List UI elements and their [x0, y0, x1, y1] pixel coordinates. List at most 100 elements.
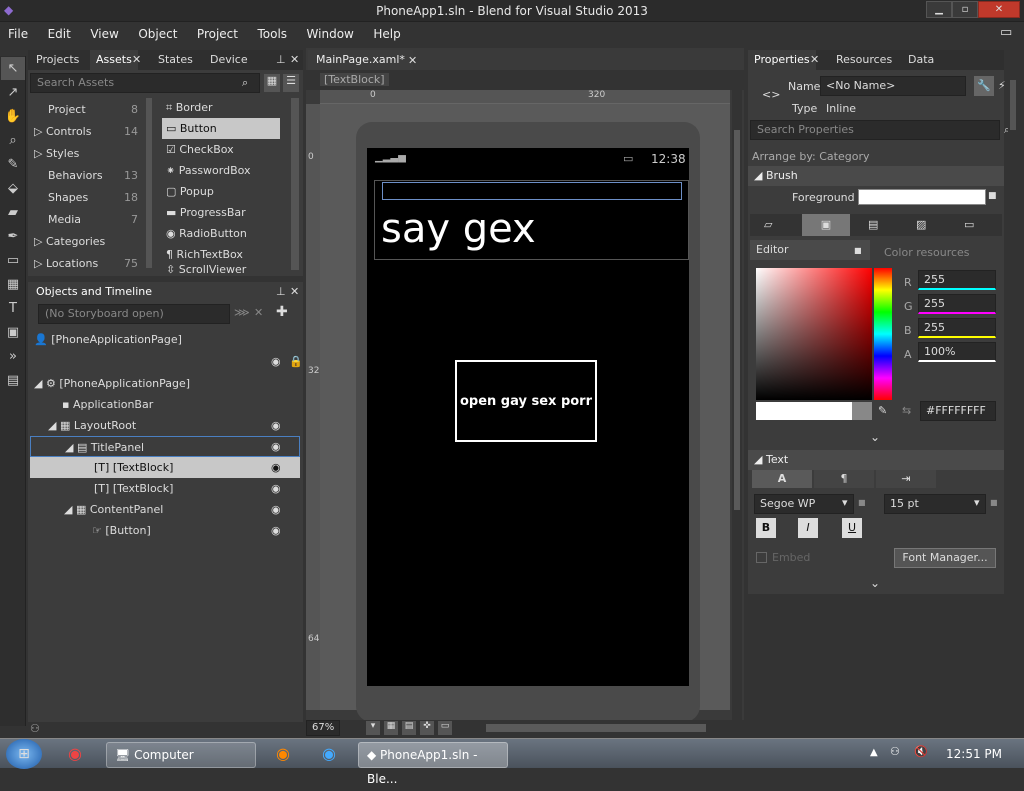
list-view-icon[interactable]: ☰ [283, 74, 299, 92]
lock-icon[interactable]: 🔒 [289, 355, 303, 368]
asset-radiobutton[interactable]: ◉ RadioButton [162, 223, 280, 244]
tree-application-bar[interactable]: ▪ ApplicationBar [62, 394, 332, 415]
close-storyboard-icon[interactable]: ✕ [254, 306, 263, 319]
menu-project[interactable]: Project [189, 22, 246, 46]
pin-icon[interactable]: ⊥ [276, 53, 286, 66]
font-tab-icon[interactable]: A [752, 470, 812, 488]
text-tool-icon[interactable]: T [1, 297, 25, 320]
eye-icon[interactable]: ◉ [271, 524, 281, 537]
foreground-swatch[interactable] [858, 189, 986, 205]
doc-vertical-scrollbar[interactable] [732, 90, 742, 720]
tree-content-panel[interactable]: ◢ ▦ ContentPanel [64, 499, 334, 520]
no-brush-icon[interactable]: ▱ [764, 218, 772, 231]
arrange-by-dropdown[interactable]: Arrange by: Category [752, 150, 869, 163]
assets-tool-icon[interactable]: ▤ [1, 369, 25, 392]
minimize-button[interactable]: ▁ [926, 1, 952, 18]
menu-file[interactable]: File [0, 22, 36, 46]
taskbar-computer[interactable]: 🖥 Computer [106, 742, 256, 768]
close-icon[interactable]: ✕ [290, 53, 299, 66]
eye-icon[interactable]: ◉ [271, 419, 281, 432]
category-project[interactable]: Project 8 [48, 99, 138, 120]
chrome-icon[interactable]: ◉ [68, 744, 82, 763]
breadcrumb[interactable]: [TextBlock] [320, 73, 389, 86]
menu-object[interactable]: Object [130, 22, 185, 46]
eye-icon[interactable]: ◉ [271, 440, 281, 453]
pen-tool-icon[interactable]: ✒ [1, 225, 25, 248]
zoom-field[interactable]: 67% [306, 720, 340, 736]
asset-border[interactable]: ⌗ Border [162, 97, 280, 118]
editor-pin-icon[interactable]: ■ [854, 246, 862, 255]
category-controls[interactable]: ▷ Controls 14 [34, 121, 138, 142]
network-icon[interactable]: ⚇ [890, 745, 900, 758]
menu-help[interactable]: Help [365, 22, 408, 46]
firefox-icon[interactable]: ◉ [276, 744, 290, 763]
asset-scrollviewer[interactable]: ⇳ ScrollViewer [162, 265, 280, 276]
hex-input[interactable]: #FFFFFFFF [920, 401, 996, 421]
size-dropdown-icon[interactable]: ▾ [974, 496, 980, 509]
tab-resources[interactable]: Resources [830, 50, 898, 70]
grid-snap-icon[interactable]: ▤ [402, 721, 416, 735]
zoom-dropdown-icon[interactable]: ▾ [366, 721, 380, 735]
tab-assets[interactable]: Assets [90, 50, 138, 70]
phone-button[interactable]: open gay sex porr [455, 360, 597, 442]
indent-tab-icon[interactable]: ⇥ [876, 470, 936, 488]
tab-projects[interactable]: Projects [30, 50, 85, 70]
asset-popup[interactable]: ▢ Popup [162, 181, 280, 202]
tree-phone-application-page[interactable]: ◢ ⚙ [PhoneApplicationPage] [34, 373, 304, 394]
textblock-selection[interactable] [382, 182, 682, 200]
timeline-toggle-icon[interactable]: ⚇ [30, 722, 40, 735]
tree-title-panel[interactable]: ◢ ▤ TitlePanel [30, 436, 300, 457]
properties-search-input[interactable]: Search Properties [750, 120, 1000, 140]
annotations-icon[interactable]: ▭ [438, 721, 452, 735]
b-input[interactable]: 255 [918, 318, 996, 338]
asset-checkbox[interactable]: ☑ CheckBox [162, 139, 280, 160]
storyboard-options-icon[interactable]: ⋙ [234, 306, 250, 319]
doc-horizontal-scrollbar[interactable] [486, 724, 706, 732]
paint-bucket-tool-icon[interactable]: ⬙ [1, 177, 25, 200]
gradient-brush-icon[interactable]: ▤ [868, 218, 878, 231]
close-icon[interactable]: ✕ [810, 53, 819, 66]
expand-text-icon[interactable]: ⌄ [870, 576, 880, 590]
font-size-select[interactable]: 15 pt [884, 494, 986, 514]
editor-tab[interactable]: Editor [750, 240, 870, 260]
close-icon[interactable]: ✕ [408, 54, 417, 67]
category-behaviors[interactable]: Behaviors 13 [48, 165, 138, 186]
tab-states[interactable]: States [152, 50, 199, 70]
paragraph-tab-icon[interactable]: ¶ [814, 470, 874, 488]
rectangle-tool-icon[interactable]: ▭ [1, 249, 25, 272]
browser-icon[interactable]: ◉ [322, 744, 336, 763]
color-resources-tab[interactable]: Color resources [884, 246, 970, 259]
clock[interactable]: 12:51 PM [946, 747, 1002, 761]
menu-window[interactable]: Window [299, 22, 362, 46]
eyedropper-tool-icon[interactable]: ✎ [1, 153, 25, 176]
close-icon[interactable]: ✕ [132, 53, 141, 66]
title-textblock[interactable]: say gex [381, 206, 536, 252]
solid-brush-icon[interactable]: ▣ [802, 214, 850, 236]
feedback-icon[interactable]: ▭ [1000, 25, 1012, 40]
menu-view[interactable]: View [82, 22, 126, 46]
grid-tool-icon[interactable]: ▦ [1, 273, 25, 296]
embed-checkbox[interactable] [756, 552, 767, 563]
text-section-header[interactable]: ◢ Text [748, 450, 1004, 470]
grid-view-icon[interactable]: ▦ [264, 74, 280, 92]
volume-icon[interactable]: 🔇 [914, 745, 928, 758]
category-styles[interactable]: ▷ Styles [34, 143, 138, 164]
menu-edit[interactable]: Edit [40, 22, 79, 46]
category-locations[interactable]: ▷ Locations 75 [34, 253, 138, 274]
tile-brush-icon[interactable]: ▨ [916, 218, 926, 231]
assets-scrollbar[interactable] [291, 98, 299, 270]
storyboard-selector[interactable]: (No Storyboard open) [38, 304, 230, 324]
grid-icon[interactable]: ▦ [384, 721, 398, 735]
assets-search-input[interactable]: Search Assets [30, 73, 260, 93]
close-button[interactable]: ✕ [978, 1, 1020, 18]
name-input[interactable]: <No Name> [820, 76, 966, 96]
category-media[interactable]: Media 7 [48, 209, 138, 230]
categories-scrollbar[interactable] [146, 98, 152, 268]
start-button-icon[interactable]: ⊞ [6, 739, 42, 769]
asset-button[interactable]: ▭ Button [162, 118, 280, 139]
expand-brush-icon[interactable]: ⌄ [870, 430, 880, 444]
add-storyboard-icon[interactable]: ✚ [276, 304, 288, 320]
tab-properties[interactable]: Properties [748, 50, 816, 70]
tree-textblock[interactable]: [T] [TextBlock] [30, 478, 300, 499]
eye-icon[interactable]: ◉ [271, 355, 281, 368]
